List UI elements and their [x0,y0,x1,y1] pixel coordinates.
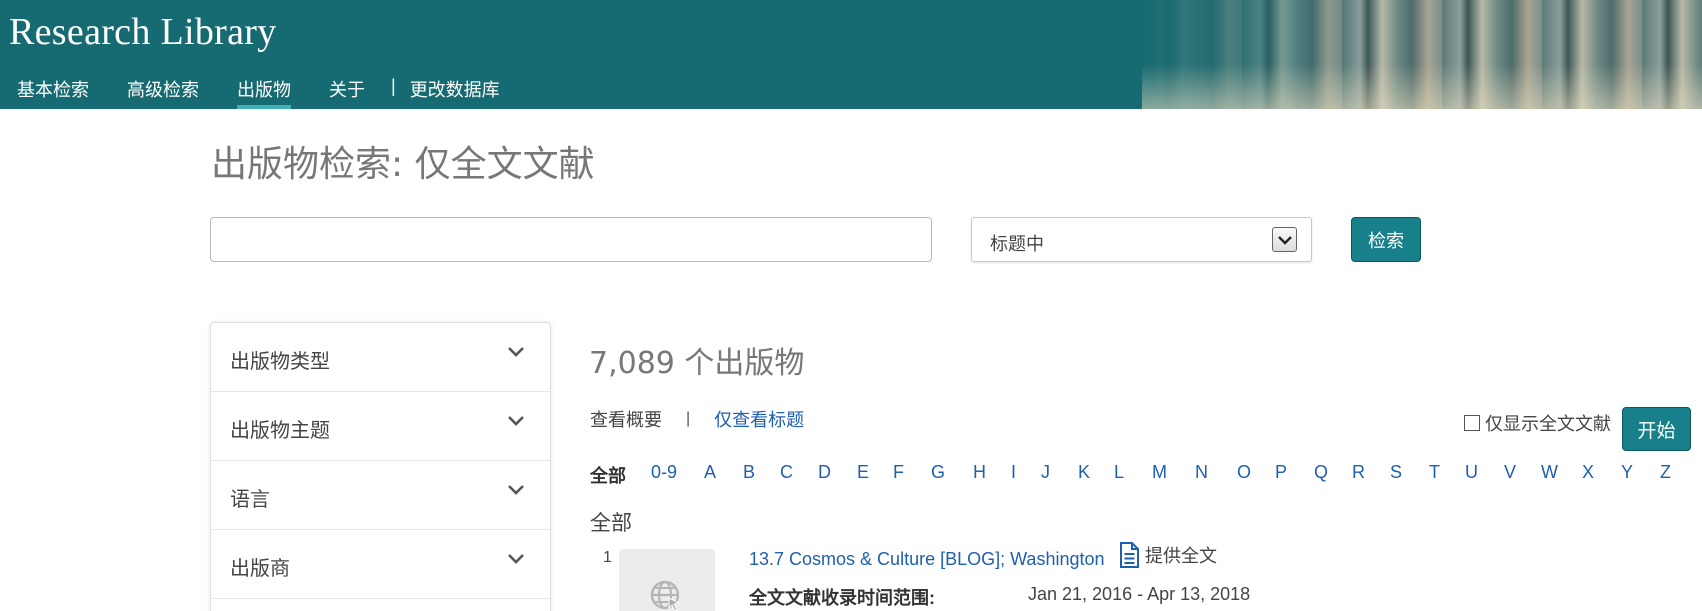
nav-basic-search[interactable]: 基本检索 [17,74,89,109]
view-separator: | [686,410,691,427]
chevron-down-icon [508,416,524,426]
fulltext-only-label: 仅显示全文文献 [1485,414,1611,434]
alpha-filter-f[interactable]: F [893,462,904,483]
facet-publisher[interactable]: 出版商 [211,530,550,599]
fulltext-only-filter[interactable]: 仅显示全文文献 [1464,410,1611,436]
alpha-filter-a[interactable]: A [704,462,716,483]
alpha-filter-i[interactable]: I [1011,462,1016,483]
chevron-down-icon [1272,227,1297,252]
page-title: 出版物检索: 仅全文文献 [211,144,595,185]
coverage-value: Jan 21, 2016 - Apr 13, 2018 [1028,584,1251,604]
alpha-filter-x[interactable]: X [1582,462,1594,483]
alpha-filter-o[interactable]: O [1237,462,1251,483]
nav-advanced-search[interactable]: 高级检索 [127,74,199,109]
results-count: 7,089 个出版物 [589,346,805,381]
fulltext-badge[interactable]: 提供全文 [1119,542,1217,568]
site-header: Research Library 基本检索 高级检索 出版物 关于 | 更改数据… [0,0,1702,109]
facet-panel: 出版物类型 出版物主题 语言 出版商 [210,322,551,611]
chevron-down-icon [508,485,524,495]
nav-separator: | [391,76,396,96]
alpha-filter-w[interactable]: W [1541,462,1558,483]
alpha-filter-r[interactable]: R [1352,462,1365,483]
fulltext-only-checkbox[interactable] [1464,415,1480,431]
alpha-filter-j[interactable]: J [1041,462,1050,483]
alpha-filter-b[interactable]: B [743,462,755,483]
section-label: 全部 [590,512,632,535]
alpha-filter-q[interactable]: Q [1314,462,1328,483]
search-field-select[interactable]: 标题中 [971,217,1312,262]
alpha-filter-d[interactable]: D [818,462,831,483]
header-books-image [1142,0,1702,109]
search-button[interactable]: 检索 [1351,217,1421,262]
alpha-filter-0-9[interactable]: 0-9 [651,462,677,483]
facet-publication-type[interactable]: 出版物类型 [211,323,550,392]
nav-publications[interactable]: 出版物 [237,74,291,109]
main-nav: 基本检索 高级检索 出版物 关于 | 更改数据库 [0,74,521,109]
nav-about[interactable]: 关于 [329,74,365,109]
result-thumbnail[interactable] [619,549,715,611]
view-summary-link[interactable]: 查看概要 [590,406,662,432]
alpha-filter-t[interactable]: T [1429,462,1440,483]
alpha-filter-c[interactable]: C [780,462,793,483]
document-icon [1120,542,1139,568]
alpha-filter-g[interactable]: G [931,462,945,483]
view-titles-only-link[interactable]: 仅查看标题 [714,406,804,432]
facet-label: 语言 [230,489,270,511]
nav-change-database[interactable]: 更改数据库 [410,74,500,109]
view-toggle: 查看概要 | 仅查看标题 [590,406,804,432]
alpha-filter-n[interactable]: N [1195,462,1208,483]
alpha-filter-l[interactable]: L [1114,462,1124,483]
alpha-filter-u[interactable]: U [1465,462,1478,483]
result-number: 1 [603,549,612,566]
alpha-filter-y[interactable]: Y [1621,462,1633,483]
chevron-down-icon [508,347,524,357]
alpha-filter-all[interactable]: 全部 [590,462,626,488]
alpha-filter-z[interactable]: Z [1660,462,1671,483]
facet-label: 出版物类型 [230,351,330,373]
facet-publication-subject[interactable]: 出版物主题 [211,392,550,461]
facet-language[interactable]: 语言 [211,461,550,530]
alpha-filter-m[interactable]: M [1152,462,1167,483]
chevron-down-icon [508,554,524,564]
globe-icon [650,580,681,611]
facet-label: 出版物主题 [230,420,330,442]
fulltext-badge-label: 提供全文 [1145,546,1217,566]
result-title-link[interactable]: 13.7 Cosmos & Culture [BLOG]; Washington [749,549,1105,570]
alpha-filter-h[interactable]: H [973,462,986,483]
alpha-filter-p[interactable]: P [1275,462,1287,483]
search-field-select-value: 标题中 [990,234,1044,254]
alpha-filter-k[interactable]: K [1078,462,1090,483]
go-button[interactable]: 开始 [1622,407,1691,451]
facet-label: 出版商 [230,558,290,580]
alpha-filter-v[interactable]: V [1504,462,1516,483]
alpha-filter-e[interactable]: E [857,462,869,483]
coverage-label: 全文文献收录时间范围: [749,588,935,608]
alpha-filter-s[interactable]: S [1390,462,1402,483]
brand-title[interactable]: Research Library [9,10,277,54]
search-input[interactable] [210,217,932,262]
